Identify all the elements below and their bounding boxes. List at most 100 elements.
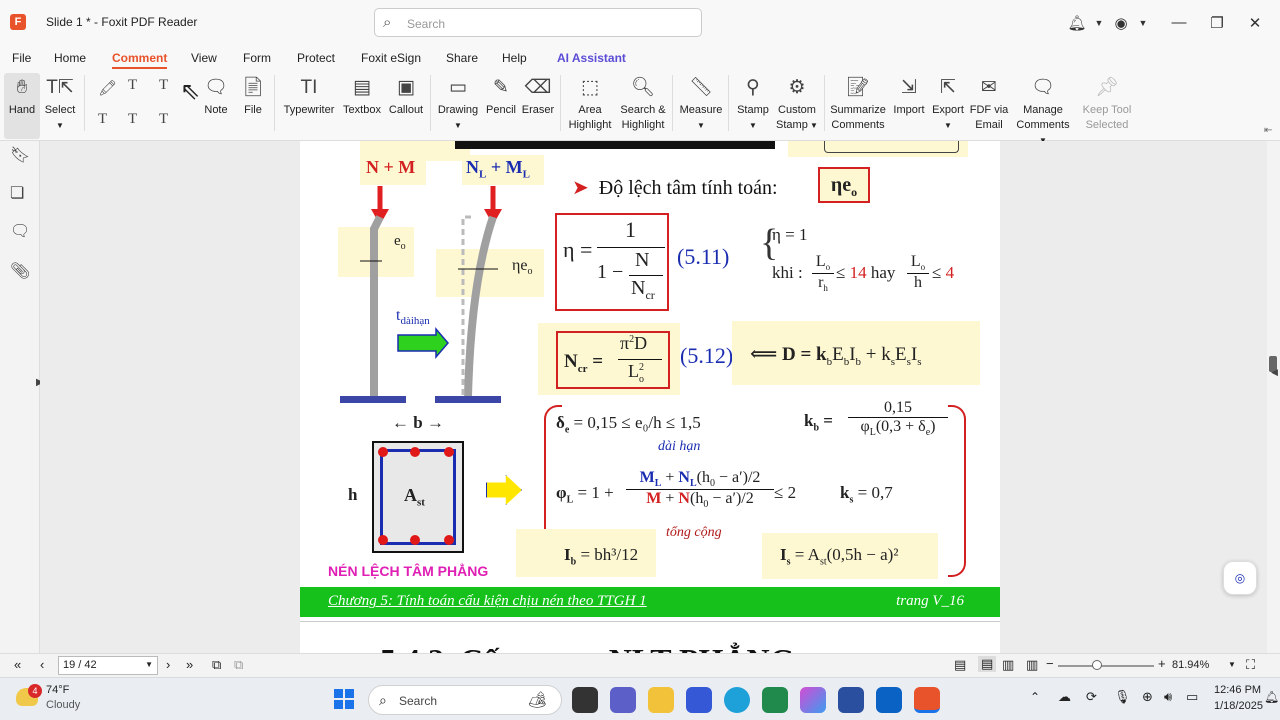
windows-start-icon[interactable]	[334, 689, 354, 709]
menu-ai-assistant[interactable]: AI Assistant	[557, 51, 626, 65]
file-explorer-icon[interactable]	[648, 687, 674, 713]
battery-icon[interactable]: ▭	[1186, 689, 1198, 705]
menu-view[interactable]: View	[191, 51, 217, 65]
zoom-slider[interactable]	[1058, 665, 1154, 667]
restore-button[interactable]: ❐	[1198, 14, 1236, 32]
zoom-slider-thumb[interactable]	[1092, 660, 1102, 670]
custom-stamp-button[interactable]: ⚙︎ Custom Stamp ▼	[774, 73, 820, 133]
outlook-icon[interactable]	[876, 687, 902, 713]
eraser-icon: ⌫	[524, 77, 552, 98]
area-highlight-button[interactable]: ⬚ Area Highlight	[564, 73, 616, 133]
ribbon-separator	[274, 75, 275, 131]
replace-text-icon[interactable]: T	[128, 111, 137, 128]
pencil-button[interactable]: ✎ Pencil	[482, 73, 520, 118]
squiggly-text-icon[interactable]: T	[159, 77, 168, 94]
menu-foxit-esign[interactable]: Foxit eSign	[361, 51, 421, 65]
zoom-in-icon[interactable]: +	[1158, 656, 1166, 671]
underline-text-icon[interactable]: T	[128, 77, 137, 94]
first-page-icon[interactable]: «	[14, 657, 21, 672]
typewriter-button[interactable]: TI Typewriter	[280, 73, 338, 118]
clock-date[interactable]: 1/18/2025	[1214, 700, 1263, 712]
minimize-button[interactable]: —	[1160, 14, 1198, 31]
task-view-icon[interactable]	[572, 687, 598, 713]
manage-comments-button[interactable]: 🗨︎ManageComments ▼	[1012, 73, 1074, 148]
export-button[interactable]: ⇱ Export ▼	[930, 73, 966, 133]
keep-tool-selected-button[interactable]: 📌︎ Keep Tool Selected	[1080, 73, 1134, 133]
teams-icon[interactable]	[610, 687, 636, 713]
fdf-via-email-button[interactable]: ✉︎ FDF via Email	[968, 73, 1010, 133]
last-page-icon[interactable]: »	[186, 657, 193, 672]
search-highlight-button[interactable]: 🔍︎ Search & Highlight	[618, 73, 668, 133]
sync-icon[interactable]: ⟳	[1086, 689, 1097, 705]
zoom-dropdown-icon[interactable]: ▼	[1228, 660, 1236, 669]
document-viewer[interactable]: N + M NL + ML ➤ Độ lệch tâm tính toán: η…	[40, 141, 1267, 653]
onedrive-icon[interactable]: ☁︎	[1058, 689, 1071, 705]
account-icon[interactable]: ◉	[1106, 14, 1136, 32]
continuous-page-icon[interactable]: ▤	[978, 656, 997, 672]
previous-view-icon[interactable]: ⧉	[212, 657, 221, 673]
taskbar-search[interactable]: ⌕ Search 🏕︎	[368, 685, 562, 715]
foxit-reader-taskbar-icon[interactable]	[914, 687, 940, 713]
note-button[interactable]: 🗨︎ Note	[198, 73, 234, 118]
strikeout-text-icon[interactable]: T	[98, 111, 107, 128]
copilot-icon[interactable]	[800, 687, 826, 713]
comments-panel-icon[interactable]: 🗨︎	[10, 221, 30, 241]
bell-dropdown-icon[interactable]: ▼	[1092, 18, 1106, 28]
vertical-scrollbar[interactable]: ◀	[1267, 141, 1280, 653]
bookmark-icon[interactable]: 🔖︎	[10, 145, 30, 165]
continuous-facing-icon[interactable]: ▥	[1026, 657, 1038, 673]
file-attach-button[interactable]: 📄︎ File	[236, 73, 270, 118]
show-hidden-icons[interactable]: ⌃	[1030, 690, 1040, 704]
bell-icon[interactable]: 🔔︎	[1062, 14, 1092, 32]
menu-help[interactable]: Help	[502, 51, 527, 65]
fullscreen-icon[interactable]: ⛶	[1246, 657, 1255, 673]
ribbon-pin-icon[interactable]: ⇤	[1264, 125, 1272, 136]
attachments-icon[interactable]: 📎︎	[10, 261, 30, 281]
drawing-button[interactable]: ▭ Drawing ▼	[436, 73, 480, 133]
menu-home[interactable]: Home	[54, 51, 86, 65]
fixed-support-right	[435, 396, 501, 403]
network-icon[interactable]: ⊕	[1142, 689, 1153, 705]
select-tool-button[interactable]: T⇱ Select ▼	[42, 73, 78, 133]
zoom-level[interactable]: 81.94%	[1172, 659, 1209, 671]
eraser-button[interactable]: ⌫ Eraser	[520, 73, 556, 118]
store-icon[interactable]	[838, 687, 864, 713]
facing-page-icon[interactable]: ▥	[1002, 657, 1014, 673]
prev-page-icon[interactable]: ‹	[40, 657, 44, 672]
collapse-right-icon[interactable]: ◀	[1271, 367, 1278, 378]
summarize-comments-button[interactable]: 📝︎ Summarize Comments	[828, 73, 888, 133]
next-view-icon[interactable]: ⧉	[234, 657, 243, 673]
zoom-out-icon[interactable]: −	[1046, 656, 1054, 671]
account-dropdown-icon[interactable]: ▼	[1136, 18, 1150, 28]
hand-tool-button[interactable]: ✋︎ Hand	[4, 73, 40, 139]
highlight-text-icon[interactable]: 🖍︎	[98, 79, 117, 97]
measure-button[interactable]: 📏︎ Measure ▼	[678, 73, 724, 133]
menu-share[interactable]: Share	[446, 51, 478, 65]
insert-text-icon[interactable]: T	[159, 111, 168, 128]
callout-button[interactable]: ▣ Callout	[386, 73, 426, 118]
eta-e0-box: ηeo	[818, 167, 870, 203]
calendar-app-icon[interactable]	[762, 687, 788, 713]
pages-icon[interactable]: ❏	[10, 183, 24, 203]
speaker-icon[interactable]: 🔊︎	[1164, 689, 1172, 705]
menu-comment[interactable]: Comment	[112, 51, 168, 69]
import-button[interactable]: ⇲ Import	[890, 73, 928, 118]
column-right	[464, 215, 497, 397]
clock-time[interactable]: 12:46 PM	[1214, 684, 1261, 696]
ai-assistant-fab-icon[interactable]: ◎	[1223, 561, 1257, 595]
stamp-button[interactable]: ⚲ Stamp ▼	[734, 73, 772, 133]
menu-protect[interactable]: Protect	[297, 51, 335, 65]
menu-form[interactable]: Form	[243, 51, 271, 65]
close-button[interactable]: ✕	[1236, 14, 1274, 32]
microphone-icon[interactable]: 🎙︎	[1114, 689, 1131, 705]
page-number-input[interactable]: 19 / 42 ▼	[58, 656, 158, 675]
next-page-icon[interactable]: ›	[166, 657, 170, 672]
textbox-button[interactable]: ▤ Textbox	[340, 73, 384, 118]
load-nl-plus-ml: NL + ML	[466, 157, 530, 181]
notification-bell-icon[interactable]: 🔔︎	[1264, 690, 1279, 704]
search-input[interactable]: ⌕ Search	[374, 8, 702, 37]
single-page-icon[interactable]: ▤	[954, 657, 966, 673]
menu-file[interactable]: File	[12, 51, 31, 65]
editor-app-icon[interactable]	[686, 687, 712, 713]
edge-icon[interactable]	[724, 687, 750, 713]
